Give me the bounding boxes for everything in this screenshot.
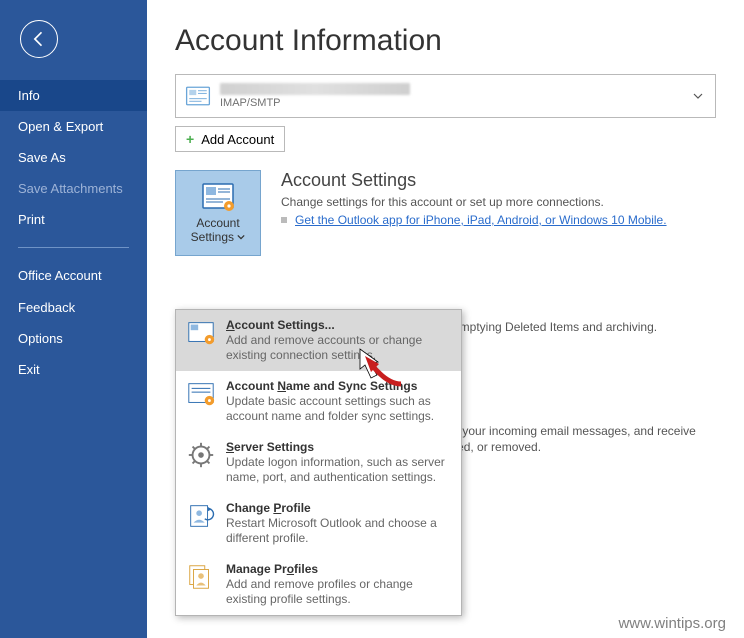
dropdown-item-account-settings[interactable]: Account Settings...Add and remove accoun…	[176, 310, 461, 371]
dropdown-desc: Add and remove accounts or change existi…	[226, 333, 451, 363]
sidebar: Info Open & Export Save As Save Attachme…	[0, 0, 147, 638]
change-profile-icon	[186, 501, 216, 531]
account-selector[interactable]: IMAP/SMTP	[175, 74, 716, 118]
sidebar-item-save-as[interactable]: Save As	[0, 142, 147, 173]
bullet-icon	[281, 217, 287, 223]
dropdown-title: Server Settings	[226, 440, 451, 455]
account-settings-small-icon	[186, 318, 216, 348]
account-email-masked	[220, 83, 410, 95]
account-name-sync-icon	[186, 379, 216, 409]
account-settings-button-label: Account Settings	[191, 217, 246, 245]
dropdown-desc: Update basic account settings such as ac…	[226, 394, 451, 424]
dropdown-title: Change Profile	[226, 501, 451, 516]
plus-icon: +	[186, 131, 194, 147]
rules-truncated-text-1: nize your incoming email messages, and r…	[437, 424, 696, 438]
outlook-app-link[interactable]: Get the Outlook app for iPhone, iPad, An…	[295, 213, 667, 227]
dropdown-title: Account Name and Sync Settings	[226, 379, 451, 394]
sidebar-item-exit[interactable]: Exit	[0, 354, 147, 385]
dropdown-desc: Restart Microsoft Outlook and choose a d…	[226, 516, 451, 546]
gear-icon	[186, 440, 216, 470]
dropdown-item-manage-profiles[interactable]: Manage ProfilesAdd and remove profiles o…	[176, 554, 461, 615]
account-settings-button[interactable]: Account Settings	[175, 170, 261, 256]
sidebar-item-open-export[interactable]: Open & Export	[0, 111, 147, 142]
dropdown-title: Account Settings...	[226, 318, 451, 333]
sidebar-item-save-attachments: Save Attachments	[0, 173, 147, 204]
sidebar-top-items: Info Open & Export Save As Save Attachme…	[0, 80, 147, 385]
add-account-button[interactable]: + Add Account	[175, 126, 285, 152]
account-protocol: IMAP/SMTP	[220, 97, 410, 110]
account-text: IMAP/SMTP	[220, 83, 410, 110]
sidebar-item-options[interactable]: Options	[0, 323, 147, 354]
sidebar-separator	[18, 247, 129, 248]
back-button[interactable]	[20, 20, 58, 58]
account-settings-dropdown: Account Settings...Add and remove accoun…	[175, 309, 462, 616]
sidebar-item-info[interactable]: Info	[0, 80, 147, 111]
account-settings-icon	[201, 182, 235, 212]
sidebar-item-print[interactable]: Print	[0, 204, 147, 235]
dropdown-item-server-settings[interactable]: Server SettingsUpdate logon information,…	[176, 432, 461, 493]
chevron-down-icon	[693, 91, 703, 101]
dropdown-desc: Update logon information, such as server…	[226, 455, 451, 485]
account-settings-desc: Change settings for this account or set …	[281, 195, 716, 209]
dropdown-title: Manage Profiles	[226, 562, 451, 577]
add-account-label: Add Account	[201, 132, 274, 147]
account-card-icon	[184, 82, 212, 110]
sidebar-item-feedback[interactable]: Feedback	[0, 292, 147, 323]
watermark: www.wintips.org	[618, 615, 726, 632]
manage-profiles-icon	[186, 562, 216, 592]
dropdown-item-change-profile[interactable]: Change ProfileRestart Microsoft Outlook …	[176, 493, 461, 554]
chevron-down-icon	[237, 233, 245, 241]
back-arrow-icon	[29, 29, 49, 49]
account-settings-section: Account Settings Account Settings Change…	[175, 170, 716, 256]
page-title: Account Information	[175, 24, 716, 58]
account-settings-title: Account Settings	[281, 170, 716, 191]
dropdown-item-account-name-sync[interactable]: Account Name and Sync SettingsUpdate bas…	[176, 371, 461, 432]
dropdown-desc: Add and remove profiles or change existi…	[226, 577, 451, 607]
mailbox-settings-truncated-text: by emptying Deleted Items and archiving.	[437, 320, 657, 334]
sidebar-item-office-account[interactable]: Office Account	[0, 260, 147, 292]
